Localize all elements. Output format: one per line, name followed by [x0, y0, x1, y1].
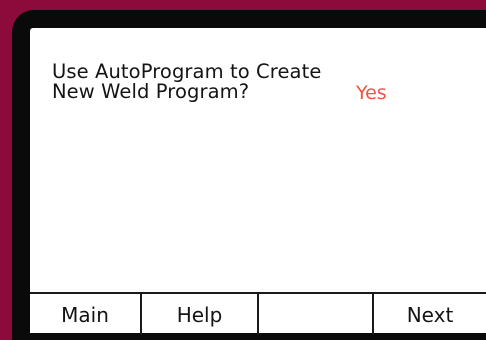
answer-value[interactable]: Yes [356, 83, 387, 103]
prompt-text: Use AutoProgram to Create New Weld Progr… [52, 62, 321, 102]
softkey-next[interactable]: Next [374, 294, 486, 335]
softkey-help[interactable]: Help [142, 294, 259, 335]
lcd-screen: Use AutoProgram to Create New Weld Progr… [30, 28, 486, 335]
softkey-main[interactable]: Main [30, 294, 142, 335]
softkey-bar: Main Help Next [30, 292, 486, 335]
prompt-line-1: Use AutoProgram to Create [52, 60, 322, 83]
softkey-blank[interactable] [259, 294, 374, 335]
prompt-line-2: New Weld Program? [52, 80, 250, 103]
